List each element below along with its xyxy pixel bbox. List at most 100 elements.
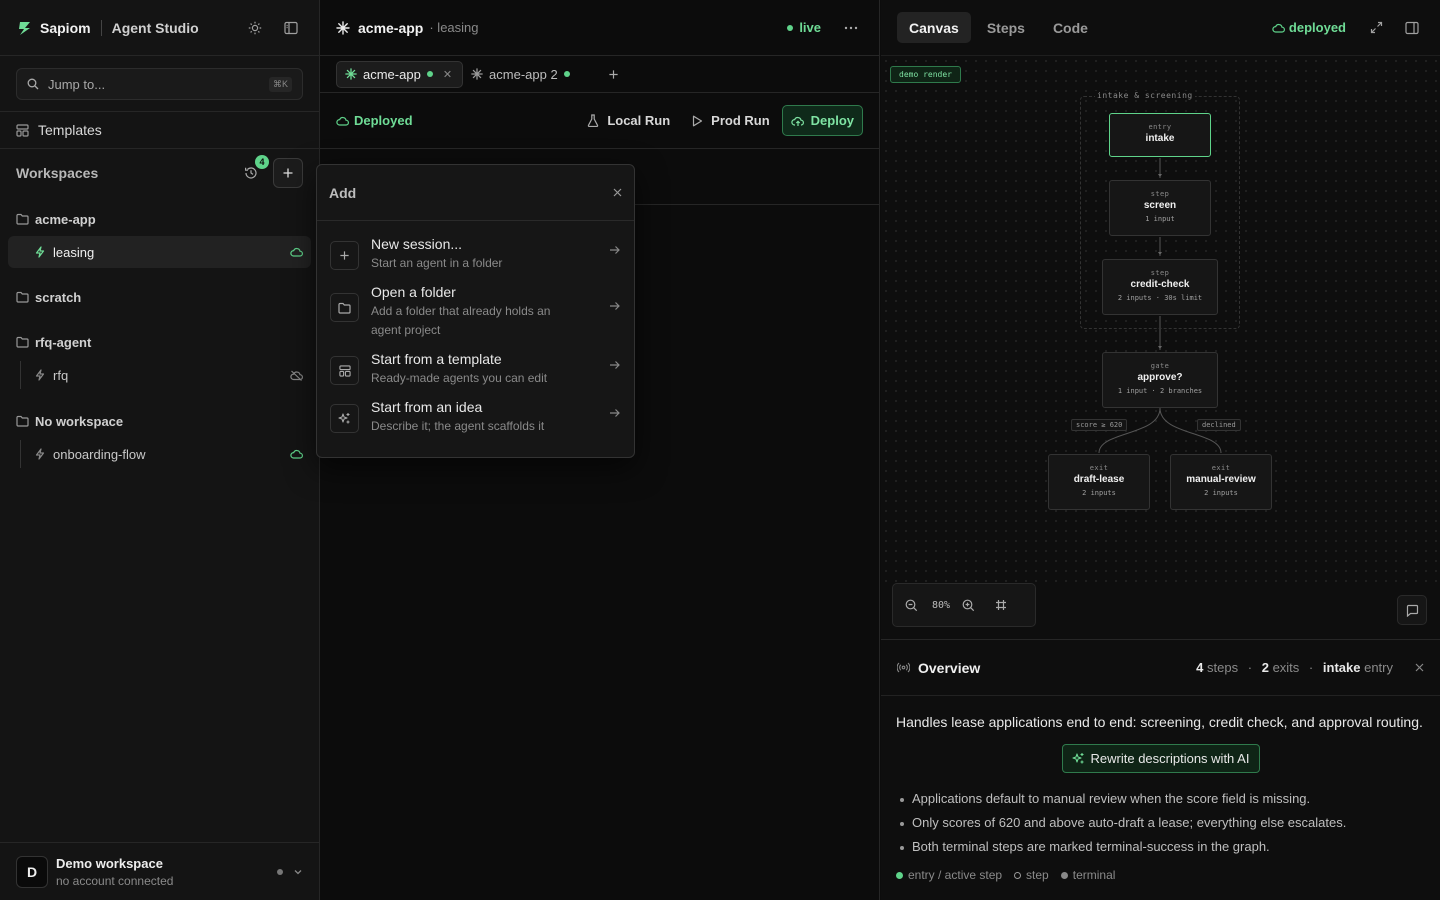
node-manual-review[interactable]: exit manual-review 2 inputs — [1170, 454, 1272, 510]
arrow-right-icon — [610, 361, 620, 369]
deployed-label: Deployed — [354, 113, 413, 128]
node-name: draft-lease — [1073, 474, 1125, 485]
more-options-button[interactable] — [839, 16, 863, 40]
option-text: Start from a template Ready-made agents … — [371, 350, 601, 388]
tab-steps[interactable]: Steps — [975, 12, 1037, 43]
collapse-sidebar-button[interactable] — [279, 16, 303, 40]
node-name: approve? — [1137, 372, 1183, 383]
workspace-info: Demo workspace no account connected — [56, 856, 173, 888]
live-status: live — [787, 20, 821, 35]
agent-name: onboarding-flow — [53, 446, 146, 462]
new-tab-button[interactable] — [608, 69, 619, 80]
search-icon — [27, 78, 39, 90]
new-session-option[interactable]: New session... Start an agent in a folde… — [317, 231, 634, 277]
theme-toggle-button[interactable] — [243, 16, 267, 40]
live-label: live — [799, 20, 821, 35]
cloud-icon — [1272, 23, 1285, 33]
folder-scratch[interactable]: scratch — [0, 280, 319, 314]
node-intake[interactable]: entry intake — [1109, 113, 1211, 157]
notes-list: Applications default to manual review wh… — [900, 791, 1425, 863]
legend-terminal: terminal — [1060, 868, 1115, 882]
more-horizontal-icon — [844, 26, 858, 29]
expand-button[interactable] — [1364, 16, 1388, 40]
deploy-button[interactable]: Deploy — [781, 105, 863, 136]
tab-label: acme-app 2 — [489, 66, 558, 82]
session-title: acme-app — [358, 19, 424, 36]
templates-link[interactable]: Templates — [0, 112, 319, 148]
maximize-icon — [1370, 21, 1382, 34]
start-from-template-option[interactable]: Start from a template Ready-made agents … — [317, 346, 634, 392]
workspaces-title: Workspaces — [16, 164, 99, 181]
agent-item-rfq[interactable]: rfq — [8, 359, 311, 391]
rewrite-with-ai-button[interactable]: Rewrite descriptions with AI — [1061, 744, 1260, 773]
zoom-out-button[interactable] — [905, 599, 918, 612]
node-screen[interactable]: step screen 1 input — [1109, 180, 1211, 236]
templates-label: Templates — [38, 122, 102, 138]
steps-count: 4 — [1196, 660, 1204, 675]
popover-title: Add — [329, 184, 357, 201]
history-icon — [245, 166, 257, 179]
legend-label: step — [1026, 868, 1049, 882]
node-kind: step — [1150, 269, 1170, 277]
search-input[interactable] — [48, 76, 269, 92]
start-from-idea-option[interactable]: Start from an idea Describe it; the agen… — [317, 394, 634, 440]
arrowhead — [1158, 346, 1162, 349]
prod-run-button[interactable]: Prod Run — [692, 113, 770, 128]
comment-button[interactable] — [1397, 595, 1427, 625]
tab-acme-app[interactable]: acme-app ✕ — [336, 60, 464, 88]
node-meta: 2 inputs · 30s limit — [1117, 294, 1203, 302]
tab-acme-app-2[interactable]: acme-app 2 — [463, 61, 580, 88]
close-tab-icon[interactable]: ✕ — [443, 68, 452, 81]
popover-options: New session... Start an agent in a folde… — [317, 221, 634, 440]
cloud-icon — [290, 247, 303, 257]
open-folder-option[interactable]: Open a folder Add a folder that already … — [317, 279, 634, 344]
folder-name: No workspace — [35, 413, 124, 429]
node-kind: entry — [1148, 123, 1172, 131]
option-description: Add a folder that already holds an agent… — [371, 304, 551, 337]
option-label: Open a folder — [371, 284, 456, 300]
deployed-status: Deployed — [336, 113, 413, 128]
node-name: intake — [1145, 133, 1175, 144]
history-button[interactable]: 4 — [239, 154, 269, 185]
agent-item-leasing[interactable]: leasing — [8, 236, 311, 268]
close-popover-button[interactable] — [613, 188, 622, 197]
tab-canvas[interactable]: Canvas — [897, 12, 971, 43]
node-approve[interactable]: gate approve? 1 input · 2 branches — [1102, 352, 1218, 408]
template-icon — [330, 356, 359, 385]
folder-no-workspace[interactable]: No workspace — [0, 404, 319, 438]
plus-icon — [609, 69, 618, 79]
node-credit-check[interactable]: step credit-check 2 inputs · 30s limit — [1102, 259, 1218, 315]
tab-code[interactable]: Code — [1041, 12, 1100, 43]
folder-name: scratch — [35, 289, 82, 305]
fit-view-button[interactable] — [995, 599, 1007, 611]
radio-icon — [897, 662, 910, 673]
folder-icon — [16, 213, 29, 225]
node-draft-lease[interactable]: exit draft-lease 2 inputs — [1048, 454, 1150, 510]
entry-name: intake — [1322, 660, 1361, 675]
overview-header: Overview 4 steps · 2 exits · intake entr… — [881, 640, 1440, 696]
node-name: credit-check — [1130, 279, 1190, 290]
graph-canvas[interactable]: demo render intake & screening entry int… — [881, 56, 1440, 582]
local-run-button[interactable]: Local Run — [587, 113, 670, 128]
close-overview-button[interactable] — [1415, 663, 1424, 672]
connection-status-dot — [277, 868, 283, 875]
folder-rfq-agent[interactable]: rfq-agent — [0, 325, 319, 359]
node-name: screen — [1143, 200, 1177, 211]
jump-to-search[interactable]: ⌘K — [16, 68, 303, 100]
folder-acme-app[interactable]: acme-app — [0, 202, 319, 236]
group-label: intake & screening — [1095, 91, 1195, 100]
sun-icon — [248, 21, 262, 34]
zoom-in-button[interactable] — [962, 599, 975, 612]
list-item: Only scores of 620 and above auto-draft … — [900, 815, 1425, 839]
tab-status-dot — [563, 71, 570, 77]
agent-item-onboarding-flow[interactable]: onboarding-flow — [8, 438, 311, 470]
chevron-down-icon[interactable] — [293, 867, 303, 877]
brand-divider — [100, 19, 102, 36]
plus-icon — [330, 241, 359, 270]
workspace-switcher[interactable]: D Demo workspace no account connected — [0, 842, 319, 900]
node-meta: 1 input · 2 branches — [1117, 387, 1203, 395]
close-icon — [613, 188, 622, 197]
option-label: Start from a template — [371, 351, 502, 367]
add-workspace-button[interactable] — [273, 157, 303, 188]
toggle-right-panel-button[interactable] — [1400, 16, 1424, 40]
